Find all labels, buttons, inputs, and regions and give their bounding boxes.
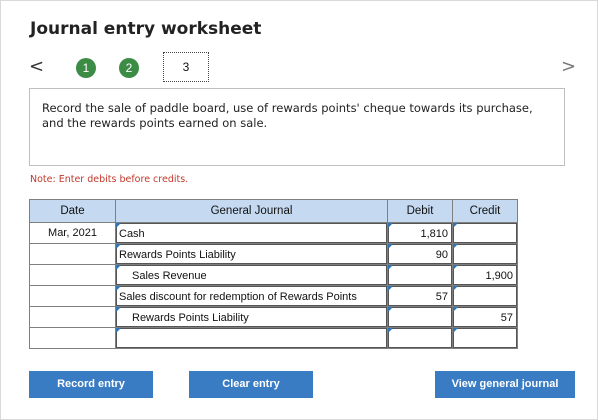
input-marker-icon: [453, 223, 458, 228]
credit-cell[interactable]: [452, 222, 518, 244]
account-cell[interactable]: [115, 327, 388, 349]
debit-cell[interactable]: [387, 264, 453, 286]
account-input[interactable]: Rewards Points Liability: [116, 244, 387, 264]
table-row: Rewards Points Liability 57: [29, 306, 518, 328]
account-input[interactable]: Rewards Points Liability: [116, 307, 387, 327]
debit-input[interactable]: 90: [388, 244, 452, 264]
next-arrow-icon[interactable]: >: [561, 57, 576, 77]
date-cell[interactable]: [29, 306, 116, 328]
journal-table: Date General Journal Debit Credit Mar, 2…: [29, 199, 518, 349]
date-cell[interactable]: [29, 264, 116, 286]
table-row: [29, 327, 518, 349]
input-marker-icon: [453, 286, 458, 291]
credit-cell[interactable]: [452, 285, 518, 307]
credit-input[interactable]: [453, 223, 517, 243]
step-2-completed[interactable]: 2: [119, 58, 139, 78]
page-title: Journal entry worksheet: [30, 19, 262, 39]
date-cell[interactable]: Mar, 2021: [29, 222, 116, 244]
account-input[interactable]: Cash: [116, 223, 387, 243]
input-marker-icon: [453, 307, 458, 312]
credit-input[interactable]: [453, 328, 517, 348]
account-cell[interactable]: Sales discount for redemption of Rewards…: [115, 285, 388, 307]
record-entry-button[interactable]: Record entry: [29, 371, 153, 398]
input-marker-icon: [388, 265, 393, 270]
header-date: Date: [29, 199, 116, 223]
account-input[interactable]: Sales discount for redemption of Rewards…: [116, 286, 387, 306]
prev-arrow-icon[interactable]: <: [29, 57, 44, 77]
account-cell[interactable]: Rewards Points Liability: [115, 243, 388, 265]
dropdown-marker-icon: [116, 223, 121, 228]
credit-cell[interactable]: [452, 327, 518, 349]
account-cell[interactable]: Cash: [115, 222, 388, 244]
debit-cell[interactable]: 1,810: [387, 222, 453, 244]
debit-input[interactable]: [388, 265, 452, 285]
credit-input[interactable]: 57: [453, 307, 517, 327]
debit-input[interactable]: 57: [388, 286, 452, 306]
date-cell[interactable]: [29, 243, 116, 265]
step-3-current[interactable]: 3: [163, 52, 209, 82]
debit-cell[interactable]: [387, 306, 453, 328]
credit-input[interactable]: 1,900: [453, 265, 517, 285]
header-credit: Credit: [452, 199, 518, 223]
account-cell[interactable]: Sales Revenue: [115, 264, 388, 286]
step-1-completed[interactable]: 1: [76, 58, 96, 78]
table-row: Mar, 2021 Cash 1,810: [29, 222, 518, 244]
date-cell[interactable]: [29, 285, 116, 307]
input-marker-icon: [388, 328, 393, 333]
debit-input[interactable]: 1,810: [388, 223, 452, 243]
input-marker-icon: [388, 286, 393, 291]
debit-cell[interactable]: 90: [387, 243, 453, 265]
credit-input[interactable]: [453, 244, 517, 264]
input-marker-icon: [388, 307, 393, 312]
table-row: Sales discount for redemption of Rewards…: [29, 285, 518, 307]
dropdown-marker-icon: [116, 286, 121, 291]
dropdown-marker-icon: [116, 307, 121, 312]
input-marker-icon: [453, 265, 458, 270]
instruction-box: Record the sale of paddle board, use of …: [29, 89, 565, 166]
credit-cell[interactable]: 1,900: [452, 264, 518, 286]
debit-input[interactable]: [388, 328, 452, 348]
account-input[interactable]: [116, 328, 387, 348]
table-header-row: Date General Journal Debit Credit: [29, 199, 518, 223]
input-marker-icon: [388, 223, 393, 228]
header-general-journal: General Journal: [115, 199, 388, 223]
table-row: Sales Revenue 1,900: [29, 264, 518, 286]
debit-cell[interactable]: [387, 327, 453, 349]
input-marker-icon: [453, 244, 458, 249]
dropdown-marker-icon: [116, 328, 121, 333]
header-debit: Debit: [387, 199, 453, 223]
view-general-journal-button[interactable]: View general journal: [435, 371, 575, 398]
account-input[interactable]: Sales Revenue: [116, 265, 387, 285]
input-marker-icon: [388, 244, 393, 249]
credit-input[interactable]: [453, 286, 517, 306]
instruction-text: Record the sale of paddle board, use of …: [42, 101, 533, 130]
dropdown-marker-icon: [116, 244, 121, 249]
account-cell[interactable]: Rewards Points Liability: [115, 306, 388, 328]
dropdown-marker-icon: [116, 265, 121, 270]
clear-entry-button[interactable]: Clear entry: [189, 371, 313, 398]
debit-cell[interactable]: 57: [387, 285, 453, 307]
debit-input[interactable]: [388, 307, 452, 327]
credit-cell[interactable]: 57: [452, 306, 518, 328]
input-marker-icon: [453, 328, 458, 333]
credit-cell[interactable]: [452, 243, 518, 265]
date-cell[interactable]: [29, 327, 116, 349]
debits-credits-note: Note: Enter debits before credits.: [30, 174, 189, 185]
table-row: Rewards Points Liability 90: [29, 243, 518, 265]
